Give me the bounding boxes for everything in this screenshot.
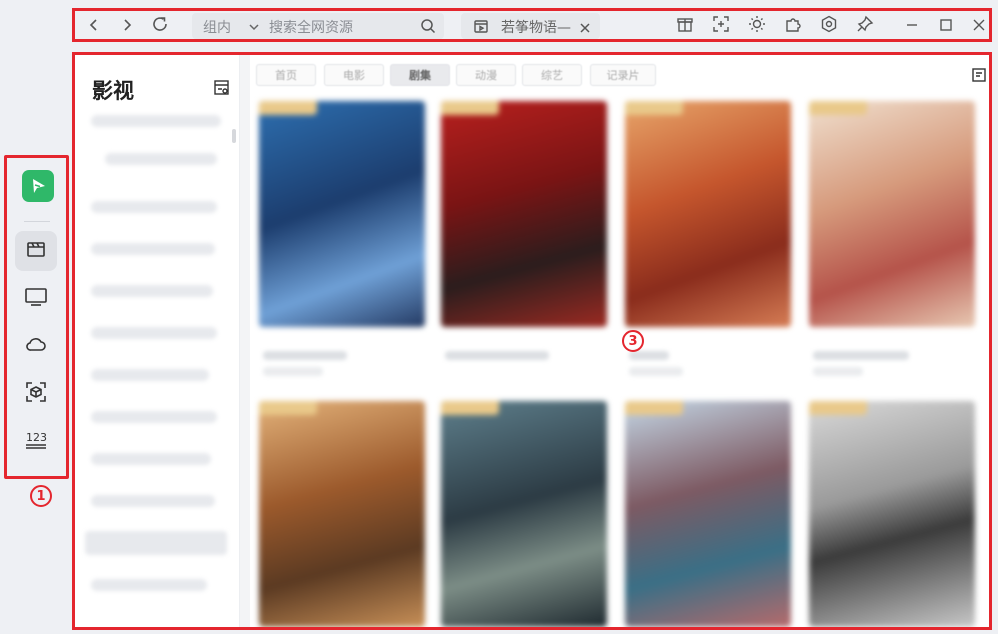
search-input[interactable]: 搜索全网资源 [269, 17, 353, 37]
poster-caption [263, 367, 323, 376]
tab-current[interactable]: 若筝物语— [461, 13, 600, 39]
poster-caption [629, 367, 683, 376]
close-icon [972, 17, 986, 36]
sidebar-item[interactable] [91, 369, 209, 381]
poster-card[interactable] [809, 401, 975, 627]
rail-divider [24, 221, 50, 222]
scan-box-icon [25, 381, 47, 407]
rail-item-scan[interactable] [15, 374, 57, 414]
section-title: 影视 [92, 79, 134, 103]
category-sidebar: 影视 [75, 55, 240, 627]
app-logo-icon[interactable] [22, 170, 54, 202]
search-list-icon[interactable] [213, 79, 231, 101]
numbers-icon: 123 [24, 428, 48, 454]
sidebar-item[interactable] [91, 243, 215, 255]
poster-caption [813, 367, 863, 376]
sidebar-item[interactable] [91, 115, 221, 127]
video-icon [25, 238, 47, 264]
main-content: 影视 首页 电影 剧集 动漫 综艺 记录片 3 [72, 52, 992, 630]
poster-card[interactable] [809, 101, 975, 327]
maximize-button[interactable] [935, 15, 957, 37]
rail-item-cloud[interactable] [15, 326, 57, 366]
poster-card[interactable] [625, 101, 791, 327]
extensions-button[interactable] [782, 15, 804, 37]
minimize-icon [905, 17, 919, 36]
menu-list-icon[interactable] [971, 67, 987, 87]
poster-caption [629, 351, 669, 360]
search-icon[interactable] [420, 18, 436, 38]
tab-home[interactable]: 首页 [256, 64, 316, 86]
tab-play-icon [473, 18, 489, 38]
tab-variety[interactable]: 综艺 [522, 64, 582, 86]
screenshot-button[interactable] [710, 15, 732, 37]
sidebar-item[interactable] [91, 327, 217, 339]
cloud-icon [24, 333, 48, 359]
splitter[interactable] [240, 55, 250, 627]
poster-card[interactable] [441, 101, 607, 327]
sidebar-item[interactable] [91, 411, 217, 423]
close-tab-icon[interactable] [579, 19, 591, 38]
poster-card[interactable] [259, 401, 425, 627]
annotation-badge-3: 3 [622, 330, 644, 352]
sun-icon [748, 15, 766, 37]
gift-box-icon [676, 15, 694, 37]
sidebar-item[interactable] [105, 153, 217, 165]
left-rail: 123 [0, 0, 72, 634]
sidebar-item-active[interactable] [85, 531, 227, 555]
tab-series[interactable]: 剧集 [390, 64, 450, 86]
rail-item-numbers[interactable]: 123 [15, 421, 57, 461]
close-window-button[interactable] [968, 15, 990, 37]
sidebar-item[interactable] [91, 453, 211, 465]
screenshot-icon [712, 15, 730, 37]
back-button[interactable] [83, 15, 105, 37]
annotation-badge-1: 1 [30, 485, 52, 507]
sidebar-item[interactable] [91, 201, 217, 213]
sidebar-scrollbar[interactable] [232, 129, 236, 143]
settings-button[interactable] [818, 15, 840, 37]
chevron-left-icon [87, 17, 101, 36]
tab-anime[interactable]: 动漫 [456, 64, 516, 86]
sidebar-item[interactable] [91, 495, 215, 507]
sidebar-item[interactable] [91, 579, 207, 591]
top-toolbar: 组内 搜索全网资源 若筝物语— [72, 8, 992, 42]
poster-card[interactable] [259, 101, 425, 327]
maximize-icon [939, 17, 953, 36]
theme-button[interactable] [746, 15, 768, 37]
pin-icon [856, 15, 874, 37]
tv-icon [24, 285, 48, 311]
tab-title: 若筝物语— [501, 20, 571, 36]
puzzle-icon [784, 15, 802, 37]
svg-text:123: 123 [26, 431, 47, 444]
sidebar-item[interactable] [91, 285, 213, 297]
search-scope-select[interactable]: 组内 [203, 17, 231, 37]
forward-button[interactable] [116, 15, 138, 37]
poster-card[interactable] [441, 401, 607, 627]
poster-caption [445, 351, 549, 360]
tab-documentary[interactable]: 记录片 [590, 64, 656, 86]
chevron-right-icon [120, 17, 134, 36]
pin-button[interactable] [854, 15, 876, 37]
rail-item-tv[interactable] [15, 278, 57, 318]
minimize-button[interactable] [901, 15, 923, 37]
refresh-icon [151, 15, 169, 37]
poster-caption [813, 351, 909, 360]
tab-movies[interactable]: 电影 [324, 64, 384, 86]
poster-card[interactable] [625, 401, 791, 627]
refresh-button[interactable] [149, 15, 171, 37]
search-bar[interactable]: 组内 搜索全网资源 [192, 13, 444, 39]
rail-item-video[interactable] [15, 231, 57, 271]
chevron-down-icon [248, 18, 260, 37]
gear-icon [820, 15, 838, 37]
gift-button[interactable] [674, 15, 696, 37]
poster-caption [263, 351, 347, 360]
